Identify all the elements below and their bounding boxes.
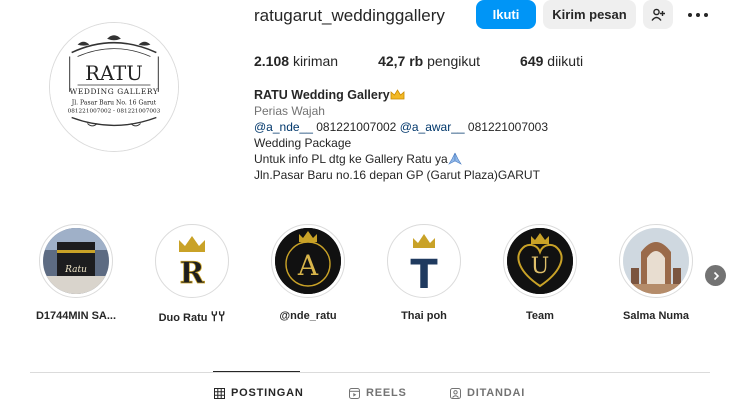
praying-hands-emoji-icon — [447, 152, 462, 165]
highlight-cover[interactable] — [619, 224, 693, 298]
active-tab-indicator — [213, 371, 300, 372]
more-options-icon[interactable] — [686, 5, 710, 25]
followers-count[interactable]: 42,7 rb pengikut — [378, 53, 480, 69]
tagged-icon — [450, 387, 461, 399]
following-count[interactable]: 649 diikuti — [520, 53, 583, 69]
bio-line-package: Wedding Package — [254, 136, 352, 150]
mention-link-2[interactable]: @a_awar__ — [400, 120, 465, 134]
wedding-decor-photo-icon — [623, 228, 689, 294]
profile-bio: RATU Wedding Gallery Perias Wajah @a_nde… — [254, 87, 548, 183]
svg-text:RATU: RATU — [85, 62, 143, 85]
tab-reels[interactable]: REELS — [349, 387, 407, 399]
message-button[interactable]: Kirim pesan — [543, 0, 636, 29]
highlight-cover[interactable]: R — [155, 224, 229, 298]
mention-link-1[interactable]: @a_nde__ — [254, 120, 313, 134]
suggest-accounts-button[interactable] — [643, 0, 673, 29]
svg-text:R: R — [180, 256, 206, 291]
tab-posts[interactable]: POSTINGAN — [214, 387, 304, 399]
bio-line-address: Jln.Pasar Baru no.16 depan GP (Garut Pla… — [254, 168, 540, 182]
crown-letter-t-icon: T — [391, 228, 457, 294]
svg-text:081221007002 - 081221007003: 081221007002 - 081221007003 — [68, 109, 161, 115]
highlights-next-button[interactable] — [705, 265, 726, 286]
crown-heart-u-icon: U — [507, 228, 573, 294]
svg-text:WEDDING GALLERY: WEDDING GALLERY — [70, 87, 159, 96]
highlight-item[interactable]: T Thai poh — [386, 224, 462, 322]
follow-button[interactable]: Ikuti — [476, 0, 536, 29]
highlight-item[interactable]: R Duo Ratu 𐩠𐩠 — [154, 224, 230, 324]
profile-avatar[interactable]: RATU WEDDING GALLERY Jl. Pasar Baru No. … — [49, 22, 179, 152]
ratu-logo: RATU WEDDING GALLERY Jl. Pasar Baru No. … — [50, 23, 178, 151]
svg-text:A: A — [297, 249, 319, 282]
profile-username: ratugarut_weddinggallery — [254, 6, 445, 25]
tabs-divider — [30, 372, 710, 373]
profile-full-name: RATU Wedding Gallery — [254, 88, 390, 102]
crown-emoji-icon — [390, 89, 405, 100]
reels-icon — [349, 387, 360, 399]
highlight-cover[interactable]: T — [387, 224, 461, 298]
profile-category: Perias Wajah — [254, 104, 325, 118]
highlight-item[interactable]: Ratu D1744MIN SA... — [36, 224, 116, 322]
profile-stats: 2.108 kiriman 42,7 rb pengikut 649 diiku… — [254, 53, 623, 69]
highlight-cover[interactable]: U — [503, 224, 577, 298]
chevron-right-icon — [713, 271, 719, 280]
grid-icon — [214, 387, 225, 399]
bio-line-info: Untuk info PL dtg ke Gallery Ratu ya — [254, 151, 548, 167]
posts-count: 2.108 kiriman — [254, 53, 339, 69]
tab-tagged[interactable]: DITANDAI — [450, 387, 525, 399]
highlight-item[interactable]: A @nde_ratu — [270, 224, 346, 322]
highlight-cover[interactable]: A — [271, 224, 345, 298]
svg-text:Ratu: Ratu — [64, 265, 87, 275]
highlight-cover[interactable]: Ratu — [39, 224, 113, 298]
svg-text:Jl. Pasar Baru No. 16 Garut: Jl. Pasar Baru No. 16 Garut — [71, 100, 157, 107]
gold-crown-r-icon: R — [159, 228, 225, 294]
crown-letter-a-icon: A — [275, 228, 341, 294]
svg-text:U: U — [531, 254, 550, 279]
highlight-item[interactable]: Salma Numa — [618, 224, 694, 322]
person-add-icon — [651, 8, 665, 21]
kaaba-photo-icon: Ratu — [43, 228, 109, 294]
bio-contacts: @a_nde__ 081221007002 @a_awar__ 08122100… — [254, 120, 549, 134]
svg-text:T: T — [410, 252, 438, 294]
highlight-label: Salma Numa — [622, 310, 690, 322]
highlight-item[interactable]: U Team — [502, 224, 578, 322]
